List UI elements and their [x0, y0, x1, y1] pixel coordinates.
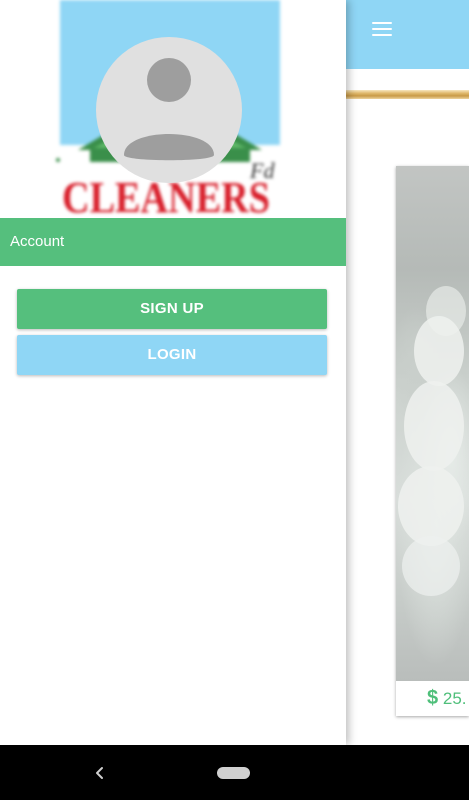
default-person-icon [124, 58, 214, 161]
back-icon[interactable] [88, 762, 112, 784]
hamburger-menu-icon[interactable] [372, 22, 394, 38]
app-toolbar [346, 0, 469, 69]
sign-up-button[interactable]: SIGN UP [17, 289, 327, 329]
price-value: 25. [442, 689, 467, 708]
product-image-fur-coat[interactable] [396, 166, 469, 681]
product-card[interactable]: $ 25. [396, 166, 469, 716]
system-navigation-bar [0, 745, 469, 800]
drawer-header: Fd CLEANERS [0, 0, 346, 218]
currency-symbol: $ [427, 687, 439, 709]
login-button[interactable]: LOGIN [17, 335, 327, 375]
product-price: $ 25. [396, 681, 469, 716]
account-label: Account [10, 233, 65, 250]
home-pill-icon[interactable] [217, 767, 250, 779]
decorative-gold-divider [346, 90, 469, 99]
account-section-header: Account [0, 218, 346, 266]
user-avatar[interactable] [96, 37, 242, 183]
navigation-drawer: Fd CLEANERS Account SIGN UP LOGIN [0, 0, 346, 745]
phone-screen: $ 25. Fd CLEANERS Account SIGN UP LOGIN [0, 0, 469, 800]
